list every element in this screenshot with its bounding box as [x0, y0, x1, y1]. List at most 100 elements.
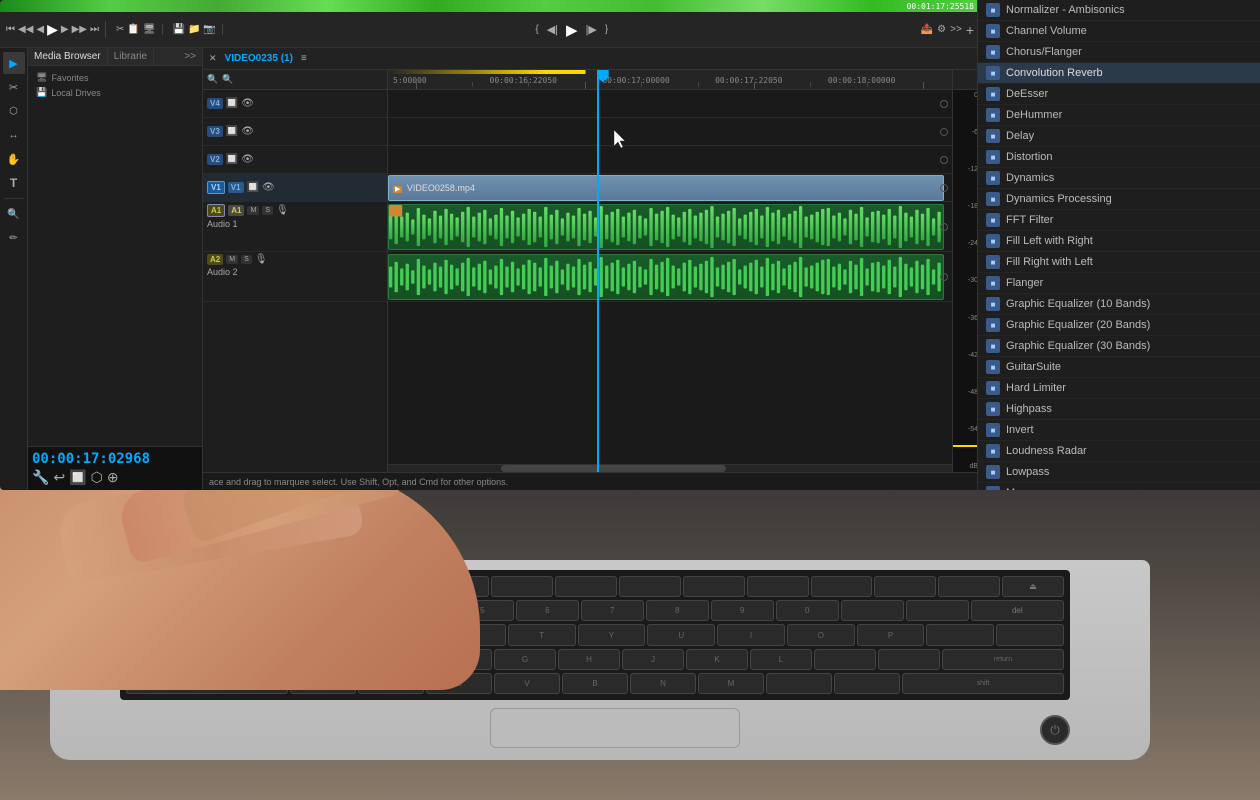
- toolbar-btn-copy[interactable]: 📋: [127, 24, 139, 35]
- playback-btn-play-main[interactable]: ▶: [566, 21, 578, 39]
- toolbar-btn-fwd[interactable]: ▶▶: [72, 24, 87, 35]
- effect-item-hard-limiter[interactable]: ■ Hard Limiter: [978, 378, 1260, 399]
- playback-btn-next-frame[interactable]: |▶: [586, 23, 597, 36]
- toolbar-btn-end[interactable]: ⏭: [90, 24, 99, 35]
- toolbar-btn-capture[interactable]: 📷: [203, 24, 215, 35]
- effect-item-fill-right[interactable]: ■ Fill Right with Left: [978, 252, 1260, 273]
- effect-name-delay: Delay: [1006, 130, 1034, 142]
- track-v1-eye[interactable]: 🔲: [247, 182, 259, 193]
- effect-item-delay[interactable]: ■ Delay: [978, 126, 1260, 147]
- panel-menu-btn[interactable]: >>: [178, 48, 202, 65]
- video-clip-label: ▶ VIDEO0258.mp4: [393, 183, 475, 193]
- media-browser-item[interactable]: 💾Local Drives: [32, 85, 198, 100]
- effect-name-dynamics: Dynamics: [1006, 172, 1054, 184]
- effect-item-guitar-suite[interactable]: ■ GuitarSuite: [978, 357, 1260, 378]
- tool-hand[interactable]: ✋: [3, 148, 25, 170]
- effect-name-dynamics-processing: Dynamics Processing: [1006, 193, 1112, 205]
- toolbar-btn-back[interactable]: ⏮: [6, 24, 15, 35]
- effect-item-flanger[interactable]: ■ Flanger: [978, 273, 1260, 294]
- effect-item-loudness-radar[interactable]: ■ Loudness Radar: [978, 441, 1260, 462]
- tab-media-browser[interactable]: Media Browser: [28, 48, 108, 65]
- effect-item-dehummer[interactable]: ■ DeHummer: [978, 105, 1260, 126]
- tool-pen[interactable]: ✏: [3, 227, 25, 249]
- tool-razor[interactable]: ✂: [3, 76, 25, 98]
- add-btn[interactable]: +: [966, 22, 974, 38]
- track-a1-mic[interactable]: 🎙: [276, 205, 289, 216]
- effect-item-dynamics-processing[interactable]: ■ Dynamics Processing: [978, 189, 1260, 210]
- media-browser-item[interactable]: 🖥Favorites: [32, 70, 198, 85]
- track-v2-eye[interactable]: 🔲: [226, 154, 238, 165]
- toolbar-btn-open[interactable]: 📁: [188, 24, 200, 35]
- effect-name-fft-filter: FFT Filter: [1006, 214, 1053, 226]
- settings-btn[interactable]: ⚙: [937, 24, 946, 35]
- track-a2-row[interactable]: [388, 252, 952, 302]
- toolbar-btn-prev[interactable]: ◀: [36, 24, 44, 35]
- playback-btn-prev-frame[interactable]: ◀|: [547, 23, 558, 36]
- effect-item-chorus[interactable]: ■ Chorus/Flanger: [978, 42, 1260, 63]
- track-a2-solo[interactable]: S: [241, 255, 252, 264]
- track-v2-row[interactable]: [388, 146, 952, 174]
- track-a1-solo[interactable]: S: [262, 206, 273, 215]
- audio-clip-a1[interactable]: [388, 204, 944, 250]
- effect-item-graphic-eq-20[interactable]: ■ Graphic Equalizer (20 Bands): [978, 315, 1260, 336]
- track-v4-lock[interactable]: 👁: [241, 98, 254, 109]
- effect-item-channel-volume[interactable]: ■ Channel Volume: [978, 21, 1260, 42]
- effect-item-highpass[interactable]: ■ Highpass: [978, 399, 1260, 420]
- timeline-scrollbar[interactable]: [388, 464, 952, 472]
- track-v3-lock[interactable]: 👁: [241, 126, 254, 137]
- toolbar-btn-play[interactable]: ▶: [47, 21, 58, 38]
- db-label-30: -30: [953, 277, 980, 284]
- tab-librarie[interactable]: Librarie: [108, 48, 154, 65]
- effect-item-more[interactable]: ■ M...: [978, 483, 1260, 490]
- effect-item-invert[interactable]: ■ Invert: [978, 420, 1260, 441]
- track-a2-mic[interactable]: 🎙: [255, 254, 268, 265]
- export-btn[interactable]: 📤: [921, 24, 933, 35]
- tool-roll[interactable]: ↔: [3, 124, 25, 146]
- video-clip[interactable]: ▶ VIDEO0258.mp4: [388, 175, 944, 201]
- effect-item-fft-filter[interactable]: ■ FFT Filter: [978, 210, 1260, 231]
- effect-name-loudness-radar: Loudness Radar: [1006, 445, 1087, 457]
- playback-btn-out[interactable]: }: [605, 24, 608, 35]
- effect-icon-guitar-suite: ■: [986, 360, 1000, 374]
- toolbar-btn-save[interactable]: 💾: [173, 24, 185, 35]
- track-a2-control: A2 M S 🎙 Audio 2: [203, 252, 387, 302]
- tool-select[interactable]: ▶: [3, 52, 25, 74]
- track-v4-row[interactable]: [388, 90, 952, 118]
- effect-item-deesser[interactable]: ■ DeEsser: [978, 84, 1260, 105]
- track-v3-eye[interactable]: 🔲: [226, 126, 238, 137]
- db-label-0: 0: [953, 92, 980, 99]
- effect-item-lowpass[interactable]: ■ Lowpass: [978, 462, 1260, 483]
- track-a1-control: A1 A1 M S 🎙 Audio 1: [203, 202, 387, 252]
- track-v1-row[interactable]: ▶ VIDEO0258.mp4: [388, 174, 952, 202]
- toolbar-btn-next[interactable]: ▶: [61, 24, 69, 35]
- track-a1-mute[interactable]: M: [247, 206, 259, 215]
- effect-icon-flanger: ■: [986, 276, 1000, 290]
- track-a1-row[interactable]: [388, 202, 952, 252]
- track-a2-mute[interactable]: M: [226, 255, 238, 264]
- tool-text[interactable]: T: [3, 172, 25, 194]
- more-btn[interactable]: >>: [950, 24, 962, 35]
- effect-icon-chorus: ■: [986, 45, 1000, 59]
- top-timecode: 00:01:17:25518: [907, 2, 974, 11]
- effect-item-graphic-eq-10[interactable]: ■ Graphic Equalizer (10 Bands): [978, 294, 1260, 315]
- tool-ripple[interactable]: ⬡: [3, 100, 25, 122]
- effect-item-graphic-eq-30[interactable]: ■ Graphic Equalizer (30 Bands): [978, 336, 1260, 357]
- track-v2-lock[interactable]: 👁: [241, 154, 254, 165]
- effect-item-fill-left[interactable]: ■ Fill Left with Right: [978, 231, 1260, 252]
- effect-item-dynamics[interactable]: ■ Dynamics: [978, 168, 1260, 189]
- toolbar-btn-rev[interactable]: ◀◀: [18, 24, 33, 35]
- effect-item-distortion[interactable]: ■ Distortion: [978, 147, 1260, 168]
- track-v1-lock[interactable]: 👁: [262, 182, 275, 193]
- effect-item-normalizer[interactable]: ■ Normalizer - Ambisonics: [978, 0, 1260, 21]
- toolbar-btn-cut[interactable]: ✂: [116, 24, 124, 35]
- effect-name-guitar-suite: GuitarSuite: [1006, 361, 1061, 373]
- audio-clip-a2[interactable]: [388, 254, 944, 300]
- toolbar-btn-export[interactable]: 🖥: [143, 24, 156, 35]
- track-v4-eye[interactable]: 🔲: [226, 98, 238, 109]
- playback-btn-in[interactable]: {: [535, 24, 538, 35]
- db-label-42: -42: [953, 352, 980, 359]
- effect-item-convolution-reverb[interactable]: ■ Convolution Reverb: [978, 63, 1260, 84]
- playhead[interactable]: [597, 70, 599, 472]
- tool-zoom[interactable]: 🔍: [3, 203, 25, 225]
- track-v3-row[interactable]: [388, 118, 952, 146]
